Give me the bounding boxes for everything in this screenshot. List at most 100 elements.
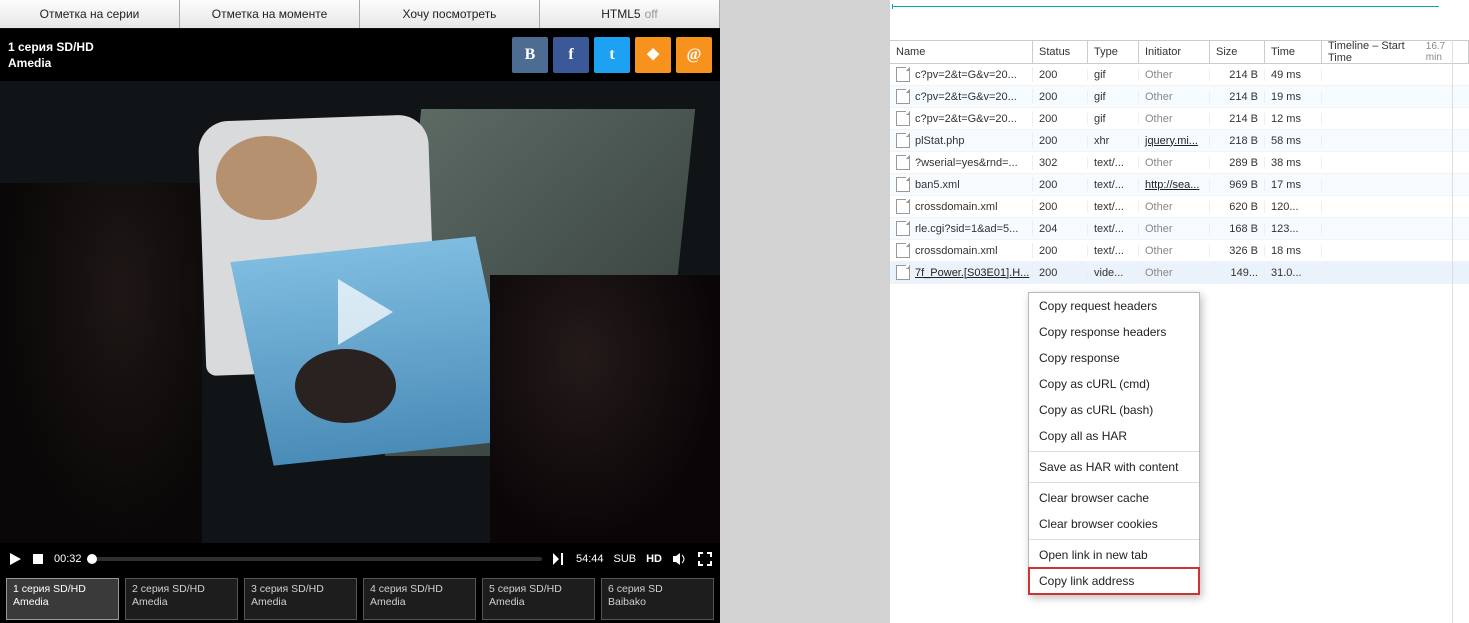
stop-button[interactable]	[32, 553, 44, 565]
network-header: Name Status Type Initiator Size Time Tim…	[890, 41, 1469, 64]
cell-time: 38 ms	[1265, 157, 1322, 169]
video-area[interactable]	[0, 81, 720, 543]
cell-type: vide...	[1088, 267, 1139, 279]
col-size[interactable]: Size	[1210, 41, 1265, 63]
request-name: 7f_Power.[S03E01].H...	[915, 267, 1029, 279]
cell-status: 200	[1033, 245, 1088, 257]
next-button[interactable]	[552, 552, 566, 566]
cell-time: 120...	[1265, 201, 1322, 213]
cell-name: c?pv=2&t=G&v=20...	[890, 89, 1033, 104]
network-row[interactable]: ban5.xml200text/...http://sea...969 B17 …	[890, 174, 1469, 196]
col-timeline[interactable]: Timeline – Start Time16.7 min	[1322, 41, 1469, 63]
cell-name: ?wserial=yes&rnd=...	[890, 155, 1033, 170]
file-icon	[896, 111, 910, 126]
episode-tile-6[interactable]: 6 серия SDBaibako	[601, 578, 714, 620]
cell-type: gif	[1088, 69, 1139, 81]
cell-time: 12 ms	[1265, 113, 1322, 125]
episode-tile-3[interactable]: 3 серия SD/HDAmedia	[244, 578, 357, 620]
cell-type: text/...	[1088, 245, 1139, 257]
col-initiator[interactable]: Initiator	[1139, 41, 1210, 63]
network-row[interactable]: 7f_Power.[S03E01].H...200vide...Other149…	[890, 262, 1469, 284]
header-line1: 1 серия SD/HD	[8, 39, 94, 55]
timeline-overview[interactable]	[890, 0, 1469, 41]
cell-size: 149...	[1210, 267, 1265, 279]
episode-source: Amedia	[370, 596, 469, 609]
cell-name: crossdomain.xml	[890, 199, 1033, 214]
cell-name: crossdomain.xml	[890, 243, 1033, 258]
episode-tile-2[interactable]: 2 серия SD/HDAmedia	[125, 578, 238, 620]
share-twitter-button[interactable]: t	[594, 37, 630, 73]
share-vk-button[interactable]: B	[512, 37, 548, 73]
request-name: ban5.xml	[915, 179, 960, 191]
cell-initiator: Other	[1139, 91, 1210, 103]
network-row[interactable]: c?pv=2&t=G&v=20...200gifOther214 B19 ms	[890, 86, 1469, 108]
cell-type: gif	[1088, 91, 1139, 103]
cell-type: xhr	[1088, 135, 1139, 147]
cell-initiator[interactable]: http://sea...	[1139, 179, 1210, 191]
scrollbar[interactable]	[1452, 40, 1469, 623]
tab-html5[interactable]: HTML5off	[540, 0, 720, 28]
episode-list: 1 серия SD/HDAmedia2 серия SD/HDAmedia3 …	[0, 575, 720, 623]
cell-name: 7f_Power.[S03E01].H...	[890, 265, 1033, 280]
share-ok-button[interactable]: ❖	[635, 37, 671, 73]
cell-initiator: Other	[1139, 201, 1210, 213]
share-fb-button[interactable]: f	[553, 37, 589, 73]
file-icon	[896, 133, 910, 148]
hd-toggle[interactable]: HD	[646, 553, 662, 565]
episode-tile-1[interactable]: 1 серия SD/HDAmedia	[6, 578, 119, 620]
cell-type: text/...	[1088, 201, 1139, 213]
cell-status: 200	[1033, 91, 1088, 103]
network-row[interactable]: crossdomain.xml200text/...Other326 B18 m…	[890, 240, 1469, 262]
fullscreen-button[interactable]	[698, 552, 712, 566]
network-row[interactable]: plStat.php200xhrjquery.mi...218 B58 ms	[890, 130, 1469, 152]
cell-name: c?pv=2&t=G&v=20...	[890, 67, 1033, 82]
play-button[interactable]	[305, 257, 415, 367]
cell-size: 326 B	[1210, 245, 1265, 257]
network-row[interactable]: c?pv=2&t=G&v=20...200gifOther214 B12 ms	[890, 108, 1469, 130]
tab-want-watch[interactable]: Хочу посмотреть	[360, 0, 540, 28]
episode-title: 6 серия SD	[608, 583, 707, 596]
next-icon	[552, 552, 566, 566]
tab-series-mark[interactable]: Отметка на серии	[0, 0, 180, 28]
episode-tile-4[interactable]: 4 серия SD/HDAmedia	[363, 578, 476, 620]
cell-initiator[interactable]: jquery.mi...	[1139, 135, 1210, 147]
col-name[interactable]: Name	[890, 41, 1033, 63]
file-icon	[896, 243, 910, 258]
play-small-button[interactable]	[8, 552, 22, 566]
menu-item[interactable]: Copy link address	[1029, 568, 1199, 594]
episode-title: 5 серия SD/HD	[489, 583, 588, 596]
episode-tile-5[interactable]: 5 серия SD/HDAmedia	[482, 578, 595, 620]
cell-initiator: Other	[1139, 245, 1210, 257]
network-row[interactable]: ?wserial=yes&rnd=...302text/...Other289 …	[890, 152, 1469, 174]
col-type[interactable]: Type	[1088, 41, 1139, 63]
col-time[interactable]: Time	[1265, 41, 1322, 63]
menu-item[interactable]: Save as HAR with content	[1029, 454, 1199, 480]
header-title: 1 серия SD/HD Amedia	[8, 39, 94, 71]
menu-item[interactable]: Clear browser cookies	[1029, 511, 1199, 537]
player-pane: Отметка на серии Отметка на моменте Хочу…	[0, 0, 720, 623]
share-mail-button[interactable]: @	[676, 37, 712, 73]
volume-button[interactable]	[672, 552, 688, 566]
menu-item[interactable]: Copy as cURL (cmd)	[1029, 371, 1199, 397]
header-line2: Amedia	[8, 55, 94, 71]
subtitle-toggle[interactable]: SUB	[613, 553, 636, 565]
file-icon	[896, 221, 910, 236]
network-row[interactable]: rle.cgi?sid=1&ad=5...204text/...Other168…	[890, 218, 1469, 240]
menu-item[interactable]: Copy response	[1029, 345, 1199, 371]
menu-item[interactable]: Copy as cURL (bash)	[1029, 397, 1199, 423]
network-row[interactable]: c?pv=2&t=G&v=20...200gifOther214 B49 ms	[890, 64, 1469, 86]
menu-item[interactable]: Clear browser cache	[1029, 485, 1199, 511]
seek-track[interactable]	[92, 557, 542, 561]
file-icon	[896, 155, 910, 170]
menu-item[interactable]: Copy request headers	[1029, 293, 1199, 319]
col-status[interactable]: Status	[1033, 41, 1088, 63]
seek-thumb[interactable]	[87, 554, 97, 564]
menu-item[interactable]: Copy all as HAR	[1029, 423, 1199, 449]
menu-item[interactable]: Copy response headers	[1029, 319, 1199, 345]
tab-moment-mark[interactable]: Отметка на моменте	[180, 0, 360, 28]
network-row[interactable]: crossdomain.xml200text/...Other620 B120.…	[890, 196, 1469, 218]
episode-source: Amedia	[251, 596, 350, 609]
menu-item[interactable]: Open link in new tab	[1029, 542, 1199, 568]
duration: 54:44	[576, 553, 604, 565]
request-name: c?pv=2&t=G&v=20...	[915, 91, 1017, 103]
